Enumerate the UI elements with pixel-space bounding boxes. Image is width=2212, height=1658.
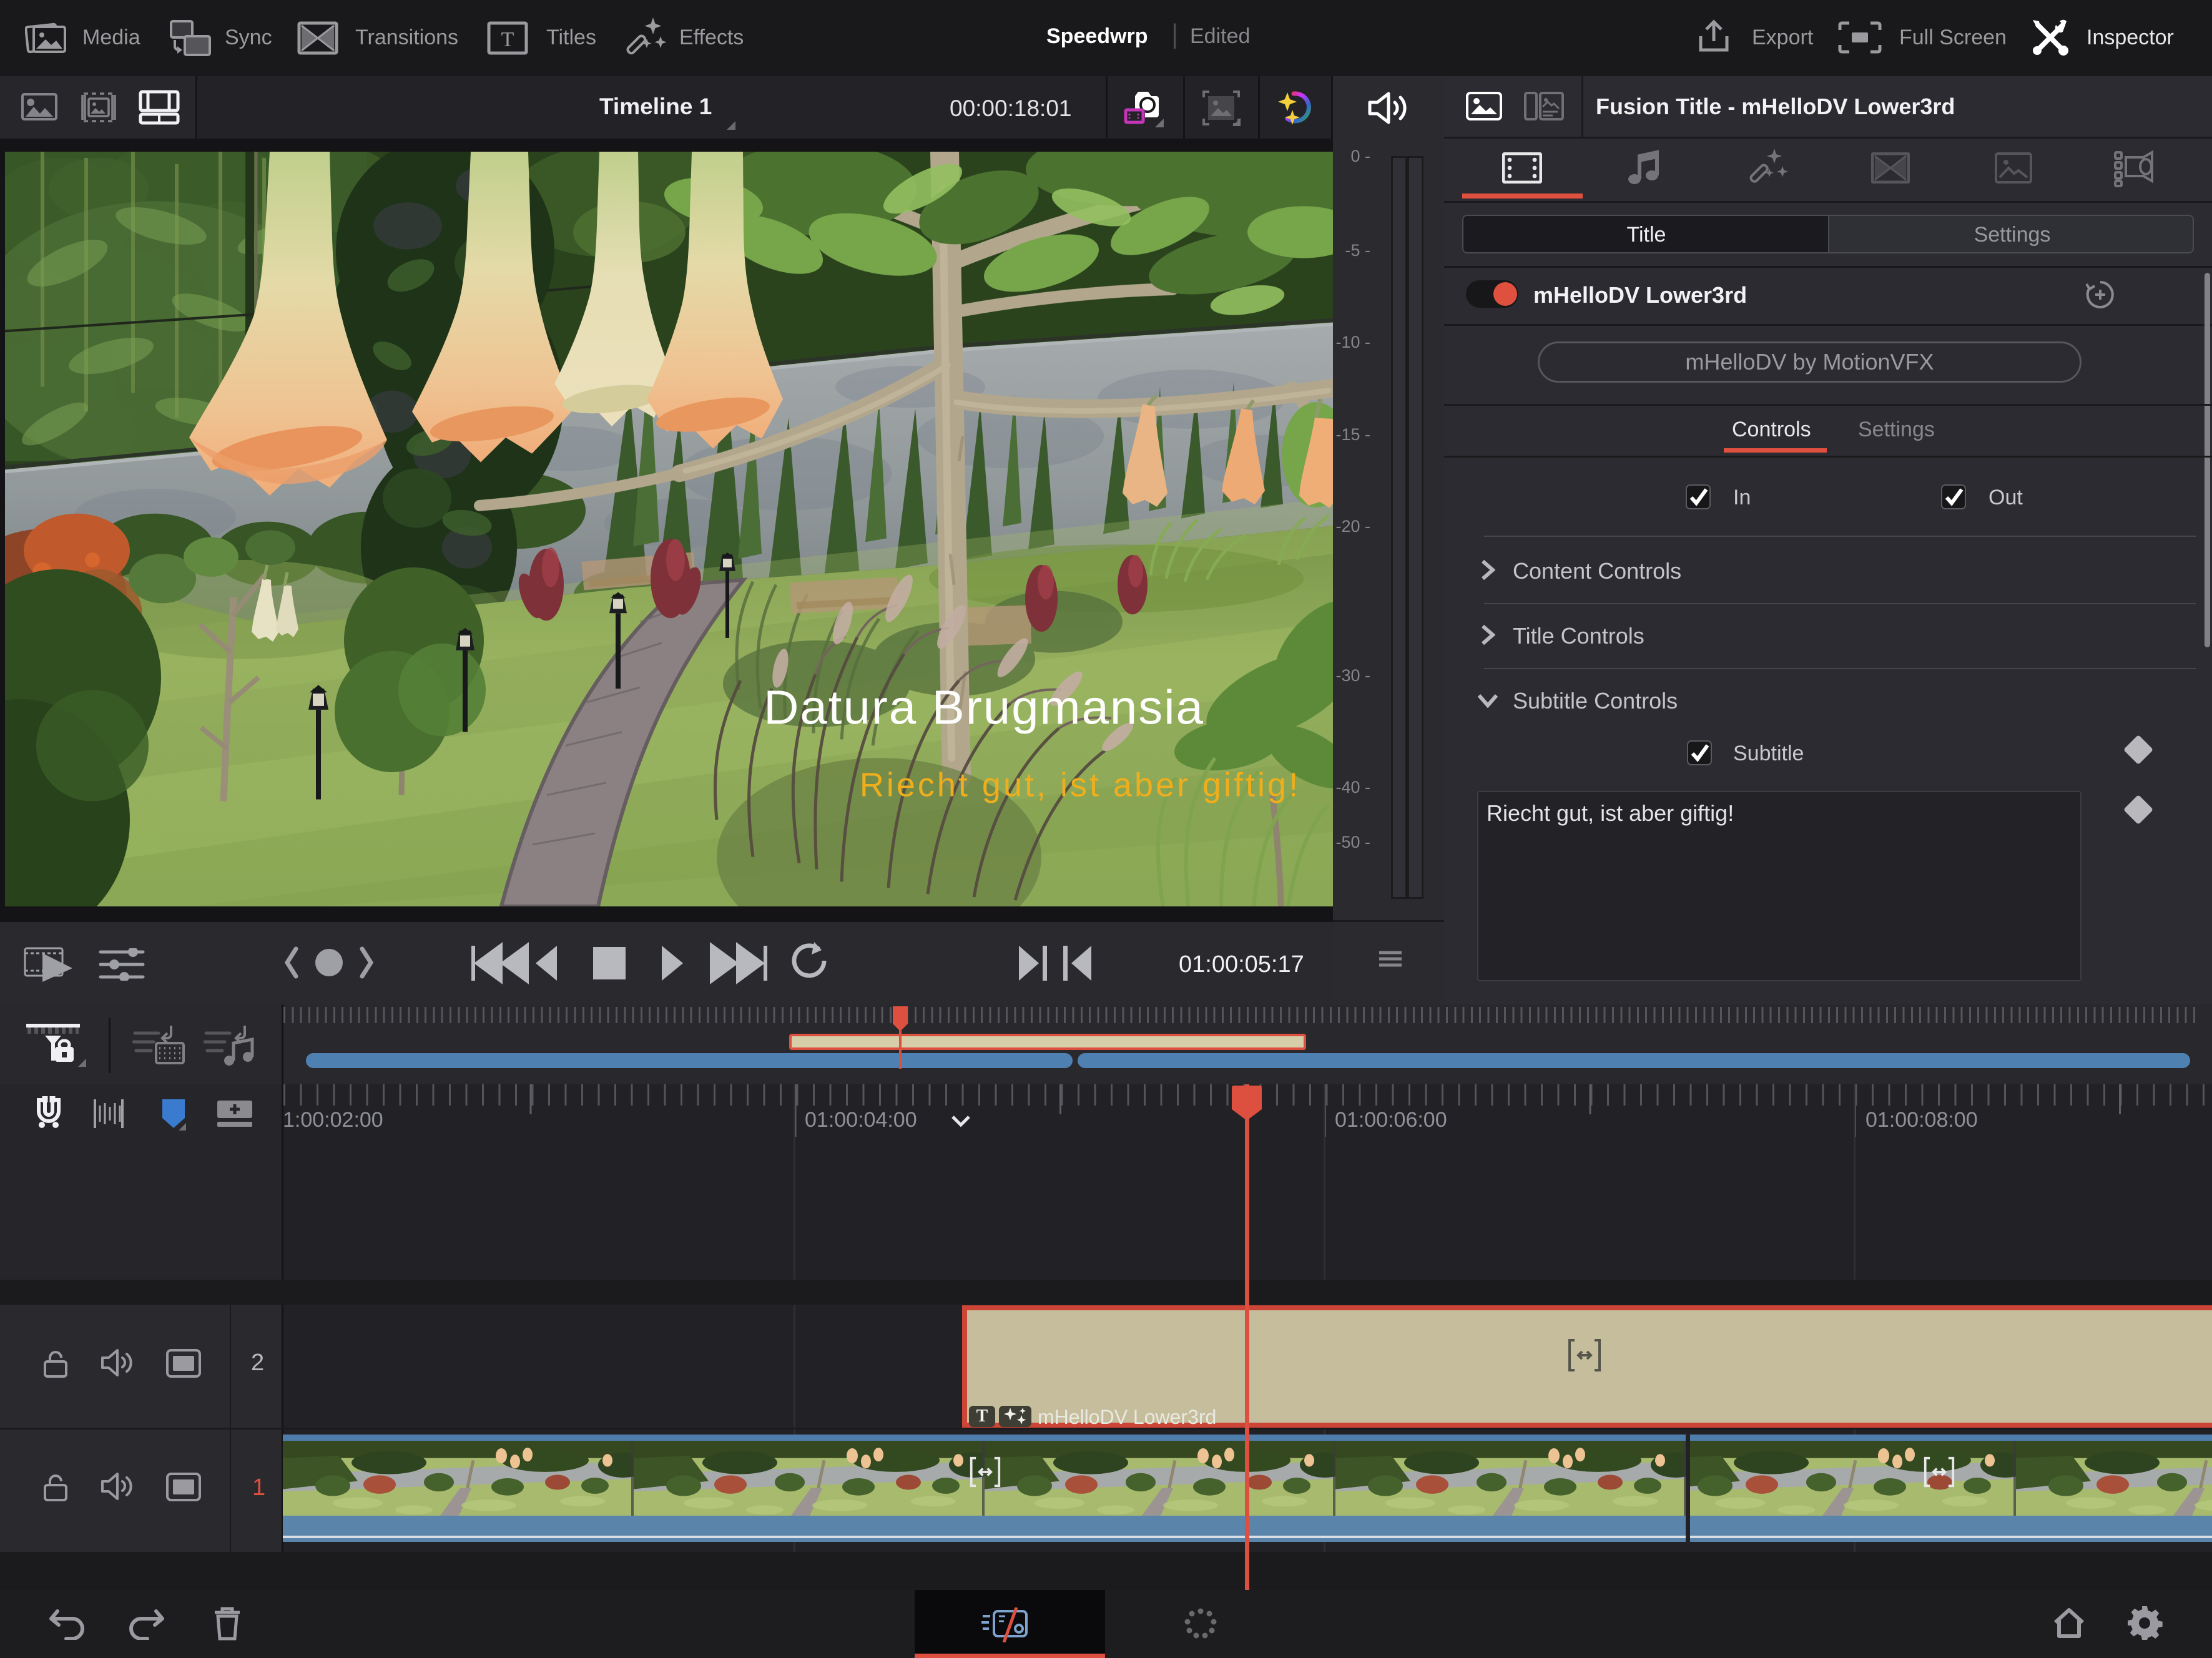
- svg-text:T: T: [501, 28, 514, 51]
- svg-text:Riecht gut, ist aber giftig!: Riecht gut, ist aber giftig!: [860, 767, 1300, 804]
- svg-text:Datura Brugmansia: Datura Brugmansia: [764, 681, 1204, 735]
